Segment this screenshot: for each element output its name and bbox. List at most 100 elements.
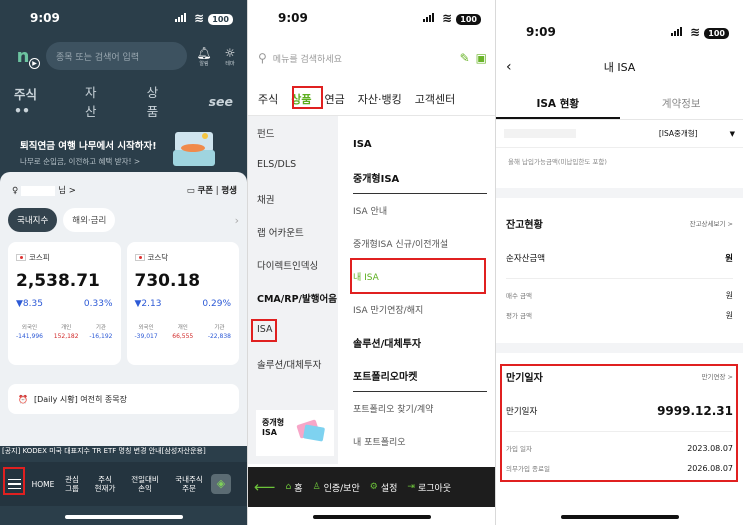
home-indicator bbox=[312, 515, 431, 519]
home-screen: 9:09 ≋ 100 n ▶ 종목 또는 검색어 입력 🔔︎ 알림 ☼ 테마 주식••… bbox=[0, 0, 247, 525]
maturity-label: 만기일자 bbox=[506, 407, 538, 417]
index-change: ▼2.13 bbox=[134, 299, 162, 309]
suitcase-illustration bbox=[173, 132, 215, 166]
tab-contract-info[interactable]: 계약정보 bbox=[620, 90, 743, 119]
bottom-logout-button[interactable]: ⇥ 로그아웃 bbox=[407, 481, 451, 494]
person-icon: ♙ bbox=[312, 482, 321, 492]
chevron-right-icon[interactable]: › bbox=[235, 214, 239, 227]
submenu-my-portfolio[interactable]: 내 포트폴리오 bbox=[353, 425, 487, 458]
submenu-find-portfolio[interactable]: 포트폴리오 찾기/계약 bbox=[353, 392, 487, 425]
theme-button[interactable]: ☼ 테마 bbox=[221, 46, 239, 67]
logout-icon: ⇥ bbox=[407, 482, 415, 492]
sun-icon: ☼ bbox=[224, 45, 236, 60]
tab-customer-center[interactable]: 고객센터 bbox=[415, 91, 455, 107]
mandatory-end-value: 2026.08.07 bbox=[687, 463, 733, 473]
notice-ticker[interactable]: [공지] KODEX 미국 대표지수 TR ETF 명칭 변경 안내[삼성자산운… bbox=[0, 446, 247, 460]
back-arrow-icon[interactable]: ⟵ bbox=[254, 478, 276, 496]
wifi-icon: ≋ bbox=[690, 25, 701, 39]
theme-label: 테마 bbox=[225, 60, 235, 67]
category-solution[interactable]: 솔루션/대체투자 bbox=[248, 357, 338, 390]
status-bar: 9:09 ≋ 100 bbox=[248, 0, 495, 36]
tab-asset-banking[interactable]: 자산·뱅킹 bbox=[358, 91, 402, 107]
status-bar: 9:09 ≋ 100 bbox=[496, 14, 743, 50]
category-bond[interactable]: 채권 bbox=[248, 192, 338, 225]
eval-amount-value: 원 bbox=[725, 310, 733, 320]
bottom-home[interactable]: HOME bbox=[29, 480, 57, 489]
investor-breakdown: 외국인 -141,996 개인 152,182 기관 -16,192 bbox=[16, 325, 113, 340]
battery-icon: 100 bbox=[704, 28, 729, 39]
submenu-portfolio-market[interactable]: 포트폴리오마켓 bbox=[353, 359, 487, 392]
category-wrap[interactable]: 랩 어카운트 bbox=[248, 225, 338, 258]
battery-icon: 100 bbox=[208, 14, 233, 25]
submenu-my-isa[interactable]: 내 ISA bbox=[353, 260, 487, 293]
shortcut-icon[interactable]: ▣ bbox=[476, 51, 487, 65]
index-cards: 코스피 2,538.71 ▼8.35 0.33% 외국인 -141,996 개인 15… bbox=[0, 232, 247, 365]
bottom-settings-button[interactable]: ⚙ 설정 bbox=[370, 481, 398, 494]
page-title: 내 ISA bbox=[603, 61, 636, 74]
submenu-isa-guide[interactable]: ISA 안내 bbox=[353, 194, 487, 227]
menu-search-input[interactable]: 메뉴를 검색하세요 bbox=[273, 52, 454, 65]
hamburger-menu-icon[interactable] bbox=[3, 473, 25, 495]
bottom-holdings[interactable]: 주식 현재가 bbox=[87, 475, 123, 493]
bottom-group[interactable]: 관심 그룹 bbox=[57, 475, 87, 493]
menu-tabs: 주식 상품 연금 자산·뱅킹 고객센터 bbox=[248, 82, 495, 116]
index-percent: 0.29% bbox=[202, 299, 231, 309]
bell-label: 알림 bbox=[199, 60, 209, 67]
mandatory-end-label: 의무가입 종료일 bbox=[506, 465, 550, 473]
status-time: 9:09 bbox=[526, 25, 556, 39]
submenu-isa-extend[interactable]: ISA 만기연장/해지 bbox=[353, 293, 487, 326]
menu-search[interactable]: ⚲ 메뉴를 검색하세요 ✎ ▣ bbox=[248, 40, 495, 76]
submenu-brokerage-isa[interactable]: 중개형ISA bbox=[353, 161, 487, 194]
bottom-pnl[interactable]: 전일대비 손익 bbox=[123, 475, 167, 493]
category-cma[interactable]: CMA/RP/발행어음 bbox=[248, 291, 338, 324]
submenu-isa-open[interactable]: 중개형ISA 신규/이전개설 bbox=[353, 227, 487, 260]
user-greeting[interactable]: ♀ 님 > bbox=[12, 184, 76, 196]
status-icons: ≋ 100 bbox=[174, 11, 233, 25]
daily-market-item[interactable]: ⏰ [Daily 시황] 여전히 종목장 bbox=[8, 384, 239, 414]
masked-name bbox=[21, 185, 56, 196]
user-icon: ♀ bbox=[12, 186, 19, 196]
battery-icon: 100 bbox=[456, 14, 481, 25]
category-fund[interactable]: 펀드 bbox=[248, 126, 338, 159]
status-icons: ≋ 100 bbox=[670, 25, 729, 39]
tab-products[interactable]: 상품 bbox=[291, 91, 311, 107]
bottom-home-button[interactable]: ⌂ 홈 bbox=[286, 481, 303, 494]
index-name: 코스닥 bbox=[147, 253, 169, 262]
wifi-icon: ≋ bbox=[442, 11, 453, 25]
category-direct-indexing[interactable]: 다이렉트인덱싱 bbox=[248, 258, 338, 291]
category-els-dls[interactable]: ELS/DLS bbox=[248, 159, 338, 192]
tab-pension[interactable]: 연금 bbox=[325, 91, 345, 107]
isa-promo-card[interactable]: 중개형 ISA bbox=[256, 410, 334, 456]
net-assets-value: 원 bbox=[725, 254, 733, 264]
category-isa[interactable]: ISA bbox=[248, 324, 338, 357]
kosdaq-card[interactable]: 코스닥 730.18 ▼2.13 0.29% 외국인 -39,017 개인 66,55… bbox=[126, 242, 239, 365]
balance-detail-link[interactable]: 잔고상세보기 > bbox=[690, 218, 733, 228]
nav-stock[interactable]: 주식•• bbox=[14, 84, 51, 118]
coupon-grade[interactable]: ▭ 쿠폰 | 평생 bbox=[187, 184, 237, 196]
tab-isa-status[interactable]: ISA 현황 bbox=[496, 90, 620, 119]
home-indicator bbox=[64, 515, 183, 519]
nav-see[interactable]: see bbox=[209, 94, 233, 109]
investor-breakdown: 외국인 -39,017 개인 66,555 기관 -22,838 bbox=[134, 325, 232, 340]
nav-products[interactable]: 상품 bbox=[147, 82, 169, 120]
market-card: ♀ 님 > ▭ 쿠폰 | 평생 국내지수 해외·금리 › 코스피 2,538.71… bbox=[0, 172, 247, 448]
layers-icon[interactable]: ◈ bbox=[211, 474, 231, 494]
back-chevron-icon[interactable]: ‹ bbox=[506, 59, 512, 75]
tab-domestic[interactable]: 국내지수 bbox=[8, 208, 58, 232]
tab-global[interactable]: 해외·금리 bbox=[63, 208, 116, 232]
nav-assets[interactable]: 자산 bbox=[85, 82, 107, 120]
edit-icon[interactable]: ✎ bbox=[460, 51, 470, 65]
app-logo[interactable]: n ▶ bbox=[8, 41, 40, 71]
bell-button[interactable]: 🔔︎ 알림 bbox=[195, 46, 213, 67]
search-input[interactable]: 종목 또는 검색어 입력 bbox=[46, 42, 187, 70]
tab-stock[interactable]: 주식 bbox=[258, 91, 278, 107]
masked-account bbox=[504, 129, 576, 138]
bottom-auth-button[interactable]: ♙ 인증/보안 bbox=[313, 481, 360, 494]
cards-illustration bbox=[296, 419, 325, 442]
gear-icon: ⚙ bbox=[369, 482, 378, 492]
bottom-order[interactable]: 국내주식 주문 bbox=[167, 475, 211, 493]
maturity-extend-link[interactable]: 만기연장 > bbox=[702, 371, 733, 381]
kospi-card[interactable]: 코스피 2,538.71 ▼8.35 0.33% 외국인 -141,996 개인 15… bbox=[8, 242, 121, 365]
account-selector[interactable]: [ISA중개형] ▼ bbox=[496, 120, 743, 148]
signal-icon bbox=[422, 13, 434, 22]
